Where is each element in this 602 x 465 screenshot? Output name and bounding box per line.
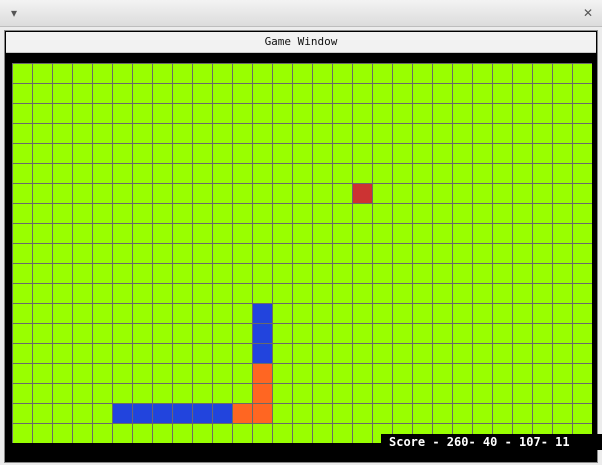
snake-blue-segment — [253, 344, 272, 363]
window-menu-icon[interactable]: ▾ — [6, 5, 22, 21]
snake-orange-segment — [253, 384, 272, 403]
snake-orange-segment — [253, 404, 272, 423]
score-display: Score - 260- 40 - 107- 11 — [381, 434, 602, 450]
snake-blue-segment — [173, 404, 192, 423]
snake-blue-segment — [253, 304, 272, 323]
snake-orange-segment — [233, 404, 252, 423]
snake-orange-segment — [253, 364, 272, 383]
window-title: Game Window — [6, 32, 596, 53]
snake-blue-segment — [253, 324, 272, 343]
snake-blue-segment — [153, 404, 172, 423]
game-board[interactable] — [12, 63, 592, 443]
close-icon[interactable]: ✕ — [580, 5, 596, 21]
snake-blue-segment — [133, 404, 152, 423]
food-cell — [353, 184, 372, 203]
os-title-bar: ▾ ✕ — [0, 0, 602, 27]
snake-blue-segment — [113, 404, 132, 423]
snake-blue-segment — [193, 404, 212, 423]
snake-blue-segment — [213, 404, 232, 423]
